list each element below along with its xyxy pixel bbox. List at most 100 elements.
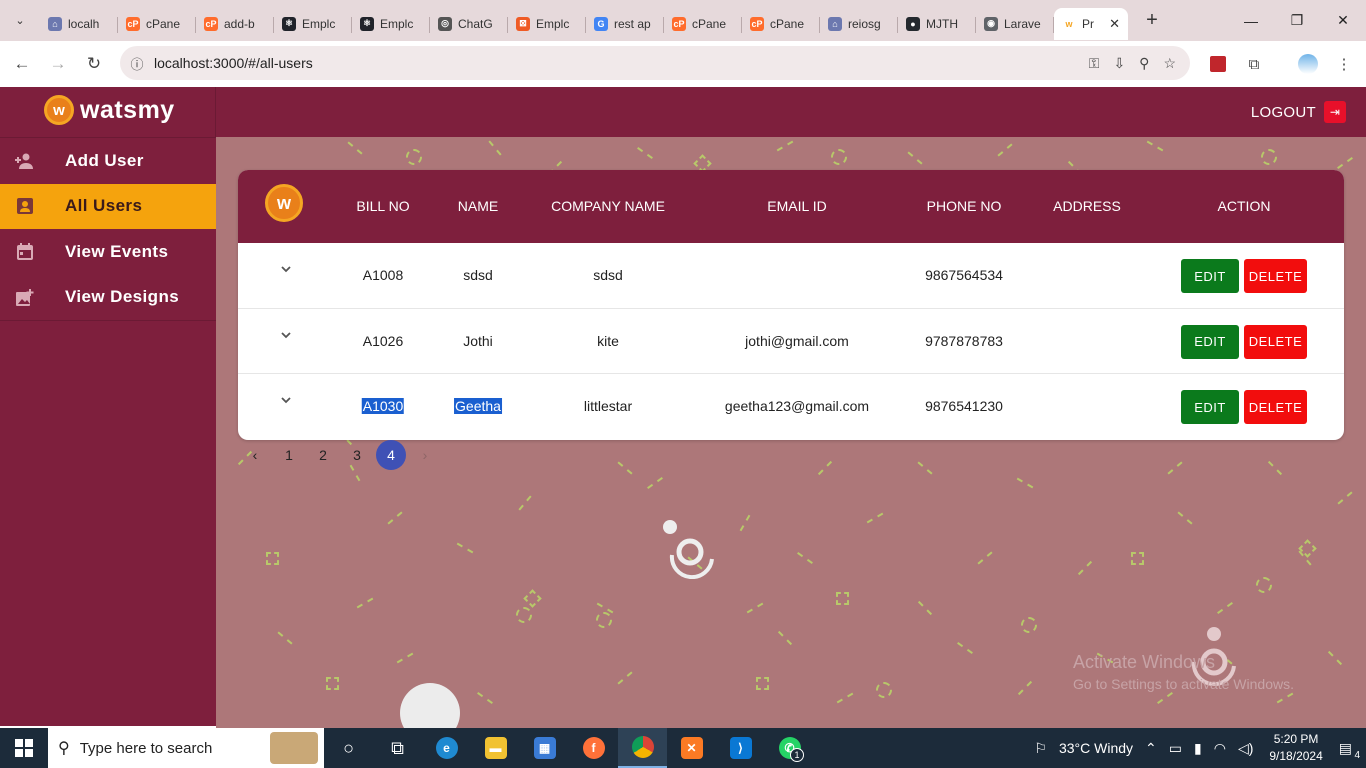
start-button[interactable] — [0, 728, 48, 768]
extensions-puzzle-icon[interactable]: ⧉ — [1238, 41, 1270, 87]
column-header-name[interactable]: NAME — [458, 198, 498, 214]
omnibox-actions: ⚿ ⇩ ⚲ ☆ — [1089, 46, 1176, 80]
pagination-page[interactable]: 1 — [272, 440, 306, 470]
background-pattern-shape — [756, 677, 769, 690]
pagination-page-current[interactable]: 4 — [374, 440, 408, 470]
zoom-icon[interactable]: ⚲ — [1139, 55, 1149, 72]
meet-now-icon[interactable]: ▭ — [1163, 740, 1188, 757]
task-view-icon[interactable]: ⧉ — [373, 728, 422, 768]
maximize-button[interactable]: ❐ — [1274, 0, 1320, 41]
clock[interactable]: 5:20 PM 9/18/2024 — [1259, 731, 1332, 765]
weather-text[interactable]: 33°C Windy — [1053, 740, 1139, 756]
chevron-down-icon[interactable] — [278, 329, 294, 345]
taskbar-search[interactable]: ⚲ Type here to search — [48, 728, 324, 768]
volume-icon[interactable]: ◁) — [1232, 740, 1259, 757]
minimize-button[interactable]: — — [1228, 0, 1274, 41]
logout-label: LOGOUT — [1250, 103, 1316, 121]
sidebar-item-all-users[interactable]: All Users — [0, 183, 216, 229]
browser-tab[interactable]: ⊠ Emplc — [508, 8, 586, 40]
browser-tab[interactable]: ⌂ reiosg — [820, 8, 898, 40]
tab-label: add-b — [224, 16, 255, 31]
tab-active[interactable]: w Pr ✕ — [1054, 7, 1128, 40]
url-text[interactable]: localhost:3000/#/all-users — [154, 55, 313, 71]
browser-tab[interactable]: ● MJTH — [898, 8, 976, 40]
new-tab-button[interactable]: + — [1138, 7, 1166, 35]
bookmark-star-icon[interactable]: ☆ — [1163, 55, 1176, 72]
browser-tab[interactable]: cP cPane — [118, 8, 196, 40]
profile-avatar[interactable] — [1292, 41, 1324, 87]
browser-tab[interactable]: cP cPane — [742, 8, 820, 40]
browser-tab[interactable]: Grest ap — [586, 8, 664, 40]
show-hidden-icons[interactable]: ⌃ — [1139, 740, 1163, 757]
cell-phone: 9787878783 — [925, 332, 1003, 349]
weather-icon[interactable]: ⚐ — [1028, 740, 1053, 757]
edit-button[interactable]: EDIT — [1181, 390, 1239, 424]
browser-tab[interactable]: ◎ ChatG — [430, 8, 508, 40]
delete-button[interactable]: DELETE — [1244, 390, 1307, 424]
close-tab-icon[interactable]: ✕ — [1109, 16, 1120, 32]
column-header-company[interactable]: COMPANY NAME — [551, 198, 665, 214]
whatsapp-icon[interactable]: ✆ 1 — [765, 728, 814, 768]
pagination-page[interactable]: 3 — [340, 440, 374, 470]
delete-button[interactable]: DELETE — [1244, 259, 1307, 293]
browser-tab[interactable]: ⚛ Emplc — [352, 8, 430, 40]
file-explorer-icon[interactable]: ▬ — [471, 728, 520, 768]
forward-button[interactable]: → — [40, 46, 76, 82]
background-pattern-shape — [516, 607, 532, 623]
column-header-email[interactable]: EMAIL ID — [767, 198, 826, 214]
react-icon: ⚛ — [360, 16, 374, 31]
column-header-address[interactable]: ADDRESS — [1053, 198, 1121, 214]
edit-button[interactable]: EDIT — [1181, 259, 1239, 293]
browser-tab[interactable]: cP add-b — [196, 8, 274, 40]
github-icon: ● — [906, 16, 920, 31]
browser-tab[interactable]: ⚛ Emplc — [274, 8, 352, 40]
xampp-icon[interactable]: ✕ — [667, 728, 716, 768]
chevron-down-icon[interactable] — [278, 394, 294, 410]
background-pattern-shape — [1016, 477, 1034, 489]
edit-button[interactable]: EDIT — [1181, 324, 1239, 359]
google-icon: G — [594, 16, 608, 31]
column-header-bill-no[interactable]: BILL NO — [356, 198, 409, 214]
search-highlight-image — [270, 732, 318, 764]
cpanel-icon: cP — [672, 16, 686, 31]
firefox-icon[interactable]: f — [569, 728, 618, 768]
site-info-icon[interactable]: ⓘ — [120, 54, 154, 73]
back-button[interactable]: ← — [4, 46, 40, 82]
sidebar-item-add-user[interactable]: Add User — [0, 138, 216, 184]
sidebar-item-view-events[interactable]: View Events — [0, 229, 216, 275]
background-pattern-shape — [277, 631, 293, 645]
cell-company: kite — [597, 332, 619, 349]
vscode-icon[interactable]: ⟩ — [716, 728, 765, 768]
column-header-phone[interactable]: PHONE NO — [927, 198, 1002, 214]
notifications-icon[interactable]: ▤ 4 — [1333, 740, 1366, 761]
browser-tab[interactable]: ◉ Larave — [976, 8, 1054, 40]
pagination-next-button[interactable]: › — [408, 440, 442, 470]
browser-tab[interactable]: cP cPane — [664, 8, 742, 40]
password-key-icon[interactable]: ⚿ — [1089, 55, 1100, 72]
wifi-icon[interactable]: ◠ — [1208, 740, 1232, 757]
sidebar-item-label: View Designs — [65, 287, 180, 307]
chrome-icon[interactable] — [618, 728, 667, 768]
activation-watermark-title: Activate Windows — [1073, 652, 1216, 672]
browser-tab[interactable]: ⌂ localh — [40, 8, 118, 40]
background-pattern-shape — [836, 692, 854, 704]
cortana-icon[interactable]: ○ — [324, 728, 373, 768]
chevron-down-icon[interactable] — [278, 263, 294, 279]
brand-logo[interactable]: w watsmy — [44, 95, 175, 125]
address-bar[interactable]: ⓘ localhost:3000/#/all-users ⚿ ⇩ ⚲ ☆ — [120, 46, 1190, 80]
install-app-icon[interactable]: ⇩ — [1113, 55, 1125, 72]
logout-button[interactable]: LOGOUT ⇥ — [1251, 101, 1346, 123]
sidebar-item-view-designs[interactable]: View Designs — [0, 275, 216, 321]
close-window-button[interactable]: ✕ — [1320, 0, 1366, 41]
microsoft-store-icon[interactable]: ▦ — [520, 728, 569, 768]
delete-button[interactable]: DELETE — [1244, 324, 1307, 359]
background-pattern-shape — [518, 495, 532, 511]
browser-menu-icon[interactable]: ⋮ — [1328, 41, 1360, 87]
pagination-prev-button[interactable]: ‹ — [238, 440, 272, 470]
battery-icon[interactable]: ▮ — [1188, 740, 1208, 757]
pagination-page[interactable]: 2 — [306, 440, 340, 470]
reload-button[interactable]: ↻ — [76, 46, 112, 82]
tab-search-button[interactable]: ⌄ — [6, 7, 34, 35]
edge-icon[interactable]: e — [422, 728, 471, 768]
extension-icon[interactable] — [1202, 41, 1234, 87]
